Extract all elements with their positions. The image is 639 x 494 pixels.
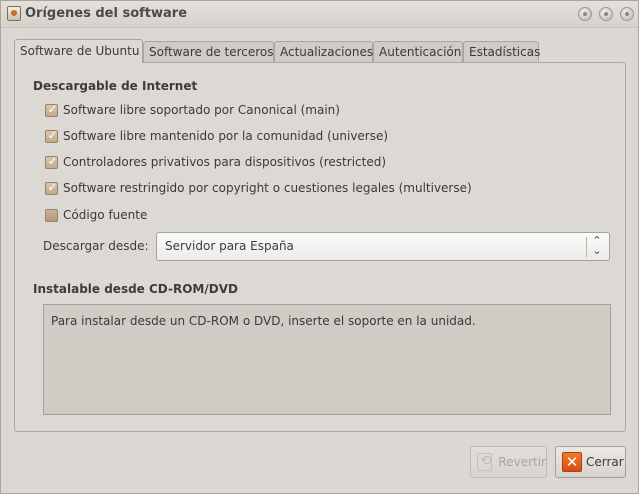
option-multiverse[interactable]: ✓ Software restringido por copyright o c… [45,180,472,196]
revert-button-label: Revertir [498,455,546,469]
chevron-up-down-icon: ⌃ ⌄ [592,234,602,257]
maximize-icon[interactable] [599,7,613,21]
tab-autenticacion[interactable]: Autenticación [373,41,463,62]
tab-panel: Descargable de Internet ✓ Software libre… [14,62,626,432]
option-main-label: Software libre soportado por Canonical (… [63,103,340,117]
option-source-code[interactable]: Código fuente [45,207,147,223]
tab-software-de-terceros[interactable]: Software de terceros [143,41,274,62]
check-mark-icon: ✓ [47,153,58,168]
software-sources-window: Orígenes del software Software de Ubuntu… [0,0,639,494]
option-restricted[interactable]: ✓ Controladores privativos para disposit… [45,154,386,170]
check-mark-icon: ✓ [47,179,58,194]
cdrom-message: Para instalar desde un CD-ROM o DVD, ins… [51,314,476,328]
checkbox-source-code[interactable] [45,208,58,222]
cdrom-info-box: Para instalar desde un CD-ROM o DVD, ins… [43,304,611,415]
checkbox-multiverse[interactable]: ✓ [45,179,58,195]
option-multiverse-label: Software restringido por copyright o cue… [63,181,472,195]
revert-icon [477,453,493,471]
checkbox-main[interactable]: ✓ [45,101,58,117]
tab-estadisticas[interactable]: Estadísticas [463,41,540,62]
cdrom-section-heading: Instalable desde CD-ROM/DVD [33,282,238,296]
close-icon: ✕ [562,452,582,472]
download-server-value: Servidor para España [165,239,294,253]
close-window-icon[interactable] [620,7,634,21]
download-from-label: Descargar desde: [43,239,149,253]
tab-actualizaciones[interactable]: Actualizaciones [274,41,373,62]
title-bar[interactable]: Orígenes del software [1,1,638,28]
revert-button[interactable]: Revertir [470,446,547,478]
option-restricted-label: Controladores privativos para dispositiv… [63,155,387,169]
checkbox-restricted[interactable]: ✓ [45,153,58,169]
close-button[interactable]: ✕ Cerrar [555,446,626,478]
download-server-combo[interactable]: Servidor para España ⌃ ⌄ [156,232,610,261]
close-button-label: Cerrar [586,455,624,469]
internet-section-heading: Descargable de Internet [33,79,198,93]
tab-software-de-ubuntu[interactable]: Software de Ubuntu [14,39,143,63]
software-sources-icon [7,6,21,21]
check-mark-icon: ✓ [47,127,58,142]
option-source-code-label: Código fuente [63,208,148,222]
check-mark-icon: ✓ [47,101,58,116]
minimize-icon[interactable] [578,7,592,21]
window-title: Orígenes del software [25,6,188,21]
option-universe-label: Software libre mantenido por la comunida… [63,129,389,143]
checkbox-universe[interactable]: ✓ [45,127,58,143]
combo-separator [586,237,587,257]
option-main[interactable]: ✓ Software libre soportado por Canonical… [45,102,340,118]
option-universe[interactable]: ✓ Software libre mantenido por la comuni… [45,128,388,144]
